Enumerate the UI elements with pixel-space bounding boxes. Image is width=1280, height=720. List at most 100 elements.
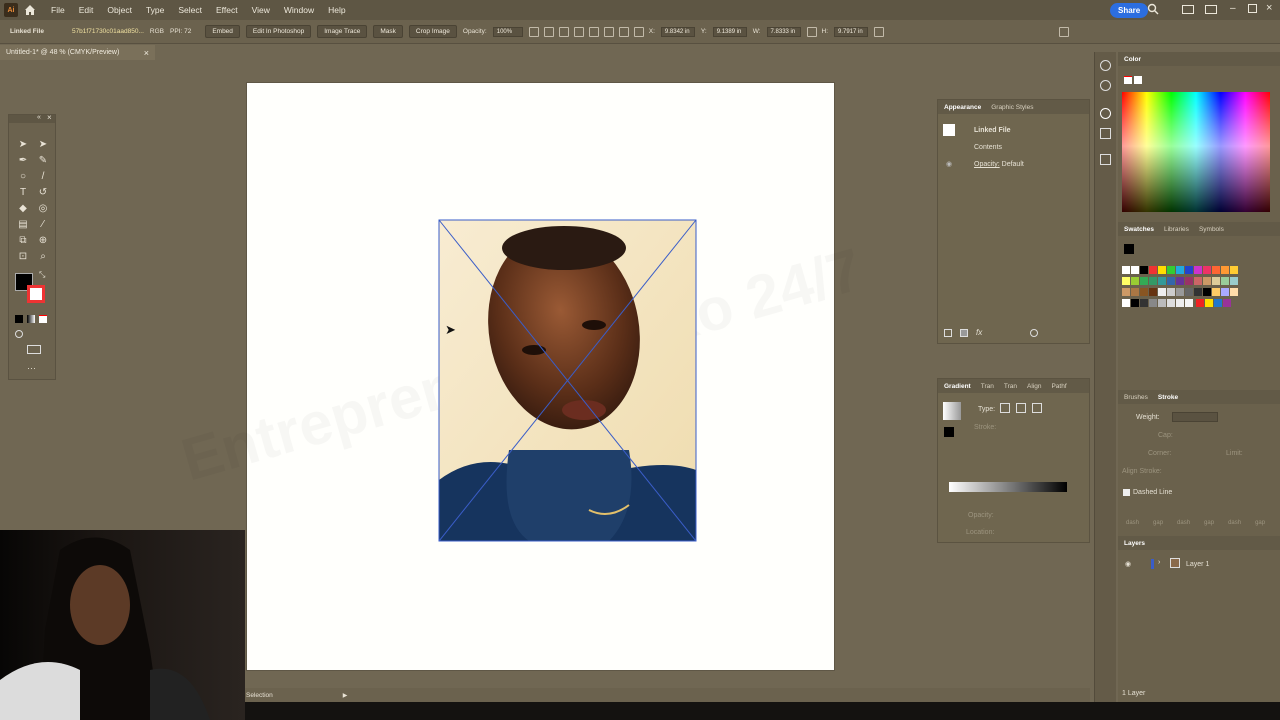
ellipse-tool-icon[interactable]: ○ (17, 171, 29, 183)
align-bottom-icon[interactable] (618, 26, 629, 37)
w-field[interactable]: 7.8333 in (766, 26, 801, 37)
align-center-icon[interactable] (558, 26, 569, 37)
maximize-icon[interactable] (1248, 4, 1257, 13)
h-field[interactable]: 9.7917 in (834, 26, 869, 37)
swatch[interactable] (1158, 266, 1166, 274)
swatch[interactable] (1195, 299, 1204, 307)
swap-colors-icon[interactable]: ⤡ (39, 270, 45, 280)
swatch[interactable] (1212, 266, 1220, 274)
image-trace-button[interactable]: Image Trace (317, 25, 368, 38)
home-icon[interactable] (24, 4, 36, 16)
document-tab[interactable]: Untitled-1* @ 48 % (CMYK/Preview) × (0, 45, 155, 60)
layer-visibility-icon[interactable]: ◉ (1125, 560, 1131, 568)
menu-file[interactable]: File (44, 5, 72, 15)
menu-window[interactable]: Window (277, 5, 321, 15)
tab-symbols[interactable]: Symbols (1199, 226, 1224, 233)
selection-bounding-box[interactable] (437, 218, 698, 543)
swatch[interactable] (1149, 288, 1157, 296)
graphic-styles-icon[interactable] (1100, 128, 1111, 139)
freeform-gradient-icon[interactable] (1032, 403, 1042, 413)
close-window-icon[interactable]: × (1266, 2, 1272, 14)
status-arrow-icon[interactable]: ▶ (343, 692, 348, 699)
linear-gradient-icon[interactable] (1000, 403, 1010, 413)
gradient-slider[interactable] (949, 482, 1067, 492)
menu-edit[interactable]: Edit (72, 5, 101, 15)
swatch[interactable] (1194, 266, 1202, 274)
color-panel-title[interactable]: Color (1124, 56, 1141, 63)
swatch[interactable] (1221, 288, 1229, 296)
swatch[interactable] (1149, 266, 1157, 274)
tab-libraries[interactable]: Libraries (1164, 226, 1189, 233)
align-right-icon[interactable] (573, 26, 584, 37)
x-field[interactable]: 9.8342 in (660, 26, 695, 37)
gradient-mode-icon[interactable] (27, 315, 35, 323)
none-mode-icon[interactable] (39, 315, 47, 323)
y-field[interactable]: 9.1389 in (712, 26, 747, 37)
minimize-icon[interactable]: – (1230, 3, 1236, 14)
info-icon[interactable] (1100, 80, 1111, 91)
swatch[interactable] (1158, 288, 1166, 296)
swatch[interactable] (1176, 266, 1184, 274)
tab-gradient[interactable]: Gradient (944, 383, 971, 390)
eraser-tool-icon[interactable]: ◆ (17, 203, 29, 215)
reference-point-icon[interactable] (633, 26, 644, 37)
swatch-fill-indicator[interactable] (1124, 244, 1134, 254)
recolor-icon[interactable] (528, 26, 539, 37)
gradient-tool-icon[interactable]: ▤ (17, 219, 29, 231)
swatch[interactable] (1222, 299, 1231, 307)
close-document-icon[interactable]: × (144, 48, 149, 58)
shape-builder-tool-icon[interactable]: ⊕ (37, 235, 49, 247)
selection-tool-icon[interactable]: ➤ (17, 139, 29, 151)
swatch[interactable] (1204, 299, 1213, 307)
swatch[interactable] (1122, 266, 1130, 274)
tab-pathfinder[interactable]: Pathf (1051, 383, 1066, 390)
links-icon[interactable] (1100, 154, 1111, 165)
add-stroke-icon[interactable] (944, 328, 952, 337)
swatch[interactable] (1203, 288, 1211, 296)
properties-icon[interactable] (1100, 60, 1111, 71)
swatch[interactable] (1230, 266, 1238, 274)
swatch[interactable] (1131, 288, 1139, 296)
swatch[interactable] (1131, 277, 1139, 285)
swatch[interactable] (1149, 277, 1157, 285)
none-swatch-icon[interactable] (1124, 76, 1132, 84)
tab-appearance[interactable]: Appearance (944, 104, 981, 111)
curvature-tool-icon[interactable]: ✎ (37, 155, 49, 167)
zoom-tool-icon[interactable]: ⌕ (37, 251, 49, 263)
swatch[interactable] (1203, 277, 1211, 285)
color-mode-icon[interactable] (15, 315, 23, 323)
appearance-contents[interactable]: Contents (974, 144, 1002, 151)
swatch[interactable] (1203, 266, 1211, 274)
swatch[interactable] (1140, 277, 1148, 285)
blend-tool-icon[interactable]: ⧉ (17, 235, 29, 247)
white-swatch-icon[interactable] (1134, 76, 1142, 84)
swatch[interactable] (1194, 277, 1202, 285)
swatch[interactable] (1131, 266, 1139, 274)
appearance-icon[interactable] (1100, 108, 1111, 119)
stroke-weight-field[interactable] (1172, 412, 1218, 422)
stroke-color-swatch[interactable] (27, 285, 45, 303)
type-tool-icon[interactable]: T (17, 187, 29, 199)
swatch[interactable] (1167, 288, 1175, 296)
dashed-line-checkbox[interactable] (1123, 489, 1130, 496)
visibility-eye-icon[interactable]: ◉ (946, 160, 952, 168)
menu-type[interactable]: Type (139, 5, 171, 15)
menu-effect[interactable]: Effect (209, 5, 245, 15)
swatch[interactable] (1122, 277, 1130, 285)
paintbrush-tool-icon[interactable]: / (37, 171, 49, 183)
menu-view[interactable]: View (245, 5, 277, 15)
swatch[interactable] (1131, 299, 1139, 307)
add-effect-icon[interactable]: fx (976, 328, 982, 337)
constrain-proportions-icon[interactable] (806, 26, 817, 37)
transform-icon[interactable] (874, 26, 885, 37)
pen-tool-icon[interactable]: ✒ (17, 155, 29, 167)
swatches-grid[interactable] (1122, 266, 1244, 310)
swatch[interactable] (1185, 288, 1193, 296)
menu-select[interactable]: Select (171, 5, 209, 15)
swatch[interactable] (1167, 266, 1175, 274)
tab-align[interactable]: Align (1027, 383, 1041, 390)
swatch[interactable] (1167, 277, 1175, 285)
mask-button[interactable]: Mask (373, 25, 403, 38)
tab-brushes[interactable]: Brushes (1124, 394, 1148, 401)
menu-help[interactable]: Help (321, 5, 352, 15)
